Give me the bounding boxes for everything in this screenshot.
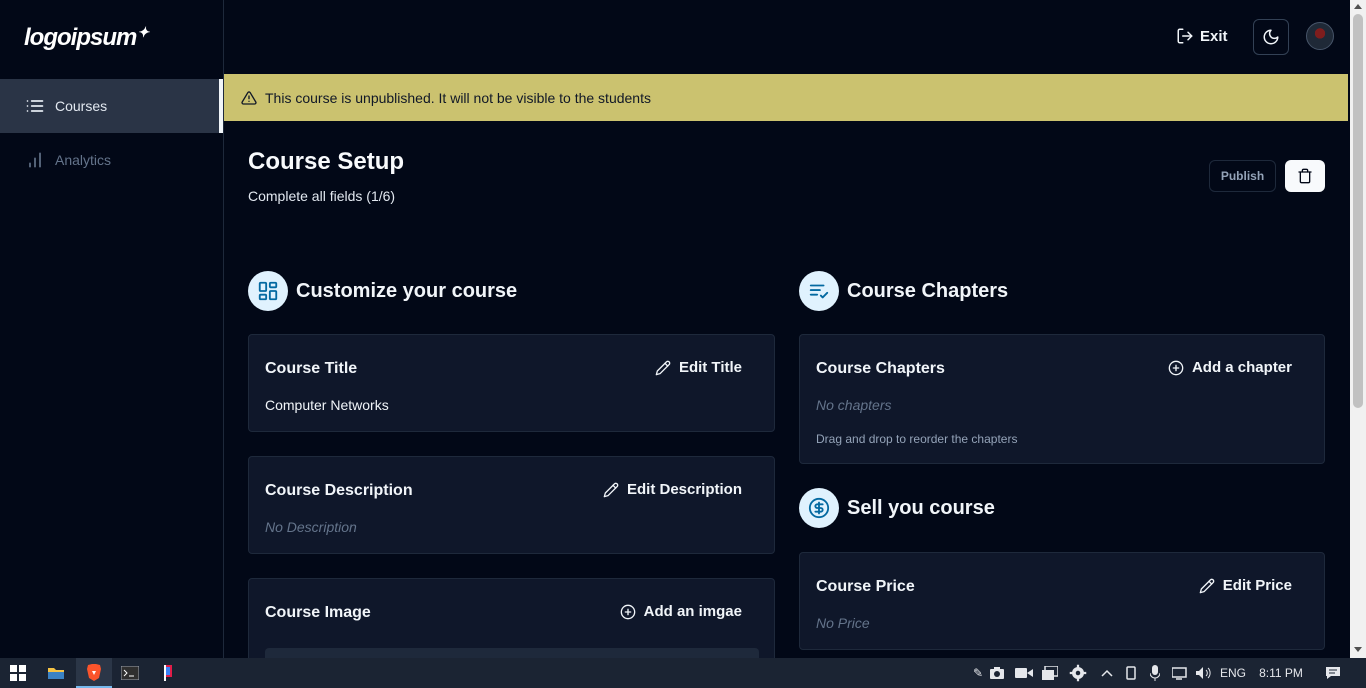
card-title: Course Description bbox=[265, 482, 413, 499]
user-avatar[interactable] bbox=[1306, 22, 1334, 50]
action-label: Edit Description bbox=[626, 481, 742, 498]
chapters-section-heading: Course Chapters bbox=[799, 271, 1008, 311]
sidebar-item-label: Analytics bbox=[55, 152, 112, 168]
action-label: Edit Title bbox=[678, 359, 742, 376]
windows-icon bbox=[10, 665, 26, 681]
language-indicator[interactable]: ENG bbox=[1218, 658, 1248, 688]
logo[interactable]: logoipsum✦ bbox=[24, 24, 149, 52]
chapters-value: No chapters bbox=[816, 397, 892, 413]
customize-section-heading: Customize your course bbox=[248, 271, 517, 311]
sidebar-item-courses[interactable]: Courses bbox=[0, 79, 223, 133]
course-price-card: Course Price Edit Price No Price bbox=[799, 552, 1325, 650]
os-taskbar: ✎ ENG 8:11 PM bbox=[0, 658, 1366, 688]
list-checks-icon bbox=[799, 271, 839, 311]
notifications-icon[interactable] bbox=[1320, 658, 1346, 688]
edit-title-button[interactable]: Edit Title bbox=[655, 359, 742, 376]
course-description-card: Course Description Edit Description No D… bbox=[248, 456, 775, 554]
pen-icon[interactable]: ✎ bbox=[968, 658, 988, 688]
page-scrollbar[interactable] bbox=[1350, 0, 1366, 658]
terminal-icon bbox=[121, 666, 139, 680]
chevron-up-icon[interactable] bbox=[1098, 658, 1116, 688]
section-title: Sell you course bbox=[847, 496, 995, 519]
sparkle-icon: ✦ bbox=[137, 24, 149, 40]
scrollbar-thumb[interactable] bbox=[1353, 14, 1363, 408]
action-label: Add a chapter bbox=[1191, 359, 1292, 376]
sell-section-heading: Sell you course bbox=[799, 488, 995, 528]
main-content: Course Setup Complete all fields (1/6) P… bbox=[224, 121, 1350, 658]
topbar: Exit bbox=[224, 0, 1350, 74]
alert-triangle-icon bbox=[241, 90, 257, 105]
network-icon[interactable] bbox=[1170, 658, 1190, 688]
brave-lion-icon bbox=[87, 664, 101, 681]
drag-hint: Drag and drop to reorder the chapters bbox=[816, 432, 1018, 446]
plus-circle-icon bbox=[1168, 360, 1184, 375]
sidebar-item-analytics[interactable]: Analytics bbox=[0, 133, 223, 187]
volume-icon[interactable] bbox=[1193, 658, 1215, 688]
section-title: Customize your course bbox=[296, 279, 518, 302]
clock[interactable]: 8:11 PM bbox=[1254, 658, 1308, 688]
pencil-icon bbox=[1199, 578, 1215, 593]
image-placeholder bbox=[265, 648, 759, 658]
camera-icon[interactable] bbox=[987, 658, 1007, 688]
course-title-value: Computer Networks bbox=[265, 397, 389, 413]
trash-icon bbox=[1298, 168, 1312, 184]
add-image-button[interactable]: Add an imgae bbox=[620, 603, 742, 620]
bar-chart-icon bbox=[29, 152, 41, 168]
sidebar: logoipsum✦ Courses Analytics bbox=[0, 0, 224, 658]
card-title: Course Image bbox=[265, 604, 371, 621]
sidebar-item-label: Courses bbox=[55, 98, 108, 114]
plus-circle-icon bbox=[620, 604, 635, 619]
flag-app[interactable] bbox=[150, 658, 186, 688]
page-title: Course Setup bbox=[248, 148, 405, 175]
course-title-card: Course Title Edit Title Computer Network… bbox=[248, 334, 775, 432]
exit-button[interactable]: Exit bbox=[1176, 27, 1228, 45]
section-title: Course Chapters bbox=[847, 279, 1009, 302]
list-icon bbox=[26, 100, 44, 112]
theme-toggle-button[interactable] bbox=[1253, 19, 1289, 55]
scroll-down-arrow-icon[interactable] bbox=[1354, 647, 1362, 652]
delete-button[interactable] bbox=[1285, 160, 1325, 192]
layout-dashboard-icon bbox=[248, 271, 288, 311]
microphone-icon[interactable] bbox=[1146, 658, 1164, 688]
action-label: Add an imgae bbox=[643, 603, 742, 620]
scroll-up-arrow-icon[interactable] bbox=[1354, 4, 1362, 9]
settings-gear-icon[interactable] bbox=[1066, 658, 1090, 688]
edit-price-button[interactable]: Edit Price bbox=[1199, 577, 1292, 594]
completion-text: Complete all fields (1/6) bbox=[248, 188, 396, 204]
banner-text: This course is unpublished. It will not … bbox=[265, 89, 651, 106]
course-description-value: No Description bbox=[265, 519, 357, 535]
card-title: Course Chapters bbox=[816, 360, 945, 377]
card-title: Course Price bbox=[816, 578, 915, 595]
window-icon[interactable] bbox=[1039, 658, 1061, 688]
price-value: No Price bbox=[816, 615, 870, 631]
pencil-icon bbox=[603, 482, 619, 497]
card-title: Course Title bbox=[265, 360, 358, 377]
log-out-icon bbox=[1177, 28, 1193, 44]
add-chapter-button[interactable]: Add a chapter bbox=[1168, 359, 1292, 376]
brave-browser-app[interactable] bbox=[76, 658, 112, 688]
action-label: Edit Price bbox=[1222, 577, 1292, 594]
exit-label: Exit bbox=[1200, 27, 1228, 45]
start-button[interactable] bbox=[0, 658, 36, 688]
pencil-icon bbox=[655, 360, 671, 375]
video-icon[interactable] bbox=[1013, 658, 1035, 688]
edit-description-button[interactable]: Edit Description bbox=[603, 481, 742, 498]
dollar-circle-icon bbox=[799, 488, 839, 528]
file-explorer-app[interactable] bbox=[38, 658, 74, 688]
phone-link-icon[interactable] bbox=[1122, 658, 1140, 688]
unpublished-banner: This course is unpublished. It will not … bbox=[224, 74, 1348, 121]
moon-icon bbox=[1263, 29, 1279, 45]
course-chapters-card: Course Chapters Add a chapter No chapter… bbox=[799, 334, 1325, 464]
app-icon bbox=[164, 665, 172, 681]
folder-icon bbox=[48, 668, 64, 679]
terminal-app[interactable] bbox=[112, 658, 148, 688]
course-image-card: Course Image Add an imgae bbox=[248, 578, 775, 658]
publish-button[interactable]: Publish bbox=[1209, 160, 1276, 192]
